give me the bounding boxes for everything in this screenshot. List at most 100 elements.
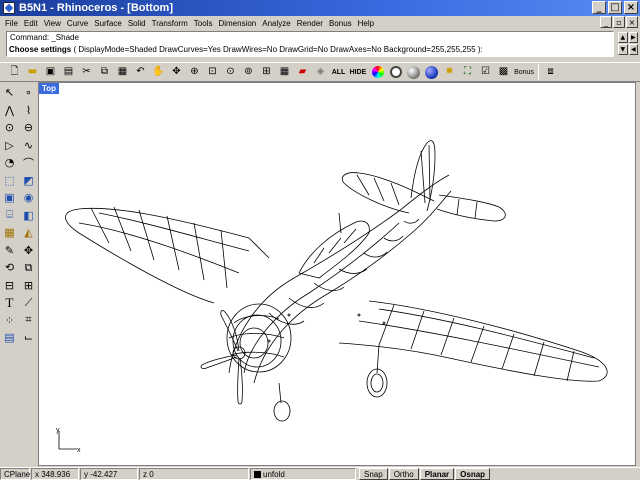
group-icon[interactable]: ⁘ [1,312,18,329]
select-arrow-icon[interactable]: ↖ [1,84,18,101]
menu-render[interactable]: Render [294,19,326,28]
rotate-view-icon[interactable]: ✥ [168,64,185,81]
child-restore-button[interactable]: ▫ [613,16,625,28]
paste-icon[interactable]: ▦ [114,64,131,81]
render-setup-icon[interactable]: ◈ [312,64,329,81]
control-points-icon[interactable]: ⌇ [20,102,37,119]
menu-edit[interactable]: Edit [21,19,41,28]
copy-icon[interactable]: ⧉ [96,64,113,81]
undo-icon[interactable]: ↶ [132,64,149,81]
close-button[interactable]: × [624,1,638,14]
layer-icon[interactable]: ▤ [1,329,18,346]
scroll-right-icon[interactable]: ▶ [628,32,638,43]
edit-icon[interactable]: ✎ [1,242,18,259]
zoom-dynamic-icon[interactable]: ⊕ [186,64,203,81]
scroll-up-icon[interactable]: ▲ [618,32,628,43]
car-icon[interactable]: ▰ [294,64,311,81]
zoom-extents-icon[interactable]: ⊙ [222,64,239,81]
menu-transform[interactable]: Transform [149,19,191,28]
title-bar[interactable]: B5N1 - Rhinoceros - [Bottom] _ □ × [0,0,640,16]
mirror-icon[interactable]: ⊟ [1,277,18,294]
show-all-button[interactable]: ALL [330,64,347,81]
ghosted-icon[interactable] [405,64,422,81]
menu-dimension[interactable]: Dimension [215,19,259,28]
cylinder-icon[interactable]: ⌸ [1,207,18,224]
snap-toggle[interactable]: Snap [359,468,388,480]
polygon-icon[interactable]: ▷ [1,137,18,154]
menu-surface[interactable]: Surface [91,19,125,28]
surface-corners-icon[interactable]: ◩ [20,172,37,189]
menu-curve[interactable]: Curve [64,19,91,28]
light-icon[interactable]: ✸ [441,64,458,81]
check-icon[interactable]: ☑ [477,64,494,81]
render-icon[interactable] [387,64,404,81]
menu-solid[interactable]: Solid [125,19,149,28]
fillet-icon[interactable]: ⌒ [20,154,37,171]
block-icon[interactable]: ⌗ [20,312,37,329]
boolean-icon[interactable]: ◧ [20,207,37,224]
menu-analyze[interactable]: Analyze [259,19,293,28]
command-area[interactable]: Command: _Shade Choose settings ( Displa… [6,31,614,57]
osnap-toolbar-icon[interactable]: ⧈ [542,64,559,81]
new-file-icon[interactable]: 🗋 [6,64,23,81]
rhino-window: B5N1 - Rhinoceros - [Bottom] _ □ × File … [0,0,640,480]
standard-toolbar: 🗋 ▬ ▣ ▤ ✂ ⧉ ▦ ↶ ✋ ✥ ⊕ ⊡ ⊙ ⊚ ⊞ ▦ ▰ ◈ ALL … [0,62,640,82]
z-coordinate: z 0 [139,468,249,480]
open-icon[interactable]: ▬ [24,64,41,81]
prompt-options[interactable]: ( DisplayMode=Shaded DrawCurves=Yes Draw… [73,45,482,54]
point-icon[interactable]: ∘ [20,84,37,101]
rotate-icon[interactable]: ⟲ [1,259,18,276]
array-icon[interactable]: ⊞ [20,277,37,294]
layer-panel[interactable]: unfold [250,468,356,480]
dimension-icon[interactable]: ⛶ [459,64,476,81]
box-icon[interactable]: ▣ [1,189,18,206]
hide-button[interactable]: HIDE [348,64,368,81]
zoom-window-icon[interactable]: ⊡ [204,64,221,81]
layer-color-swatch [254,471,261,479]
command-prompt[interactable]: Choose settings ( DisplayMode=Shaded Dra… [7,44,613,57]
minimize-button[interactable]: _ [592,1,606,14]
menu-view[interactable]: View [41,19,64,28]
mesh-icon[interactable]: ▦ [1,224,18,241]
planar-toggle[interactable]: Planar [419,468,455,480]
scroll-left-icon[interactable]: ◀ [628,44,638,55]
save-icon[interactable]: ▣ [42,64,59,81]
menu-tools[interactable]: Tools [191,19,216,28]
menu-file[interactable]: File [2,19,21,28]
solid-ops-icon[interactable]: ◭ [20,224,37,241]
menu-bonus[interactable]: Bonus [326,19,355,28]
shaded-sphere-icon[interactable] [423,64,440,81]
sphere-icon[interactable]: ◉ [20,189,37,206]
maximize-button[interactable]: □ [608,1,622,14]
scale-icon[interactable]: ⧉ [20,259,37,276]
bonus-button[interactable]: Bonus [513,64,535,81]
properties-icon[interactable]: ▩ [495,64,512,81]
grid-icon[interactable]: ▦ [276,64,293,81]
ellipse-icon[interactable]: ⊖ [20,119,37,136]
save-small-icon[interactable]: ▤ [60,64,77,81]
zoom-selected-icon[interactable]: ⊚ [240,64,257,81]
ortho-toggle[interactable]: Ortho [388,468,419,480]
rhino-app-icon[interactable] [3,2,15,14]
analyze-icon[interactable]: ⌙ [20,329,37,346]
text-icon[interactable]: T [1,294,18,311]
menu-help[interactable]: Help [355,19,377,28]
command-scroller[interactable]: ▲ ▶ ▼ ◀ [618,32,638,56]
move-icon[interactable]: ✥ [20,242,37,259]
child-close-button[interactable]: × [626,16,638,28]
dim-icon[interactable]: ⟋ [20,294,37,311]
polyline-icon[interactable]: ⋀ [1,102,18,119]
pan-hand-icon[interactable]: ✋ [150,64,167,81]
cut-icon[interactable]: ✂ [78,64,95,81]
osnap-toggle[interactable]: Osnap [455,468,491,480]
extrude-icon[interactable]: ⬚ [1,172,18,189]
viewport-title-tab[interactable]: Top [39,83,60,94]
scroll-down-icon[interactable]: ▼ [618,44,628,55]
circle-icon[interactable]: ⊙ [1,119,18,136]
child-minimize-button[interactable]: _ [600,16,612,28]
viewport-top[interactable]: y x Top [38,82,636,466]
4-view-icon[interactable]: ⊞ [258,64,275,81]
color-wheel-icon[interactable] [369,64,386,81]
arc-icon[interactable]: ◔ [1,154,18,171]
curve-icon[interactable]: ∿ [20,137,37,154]
